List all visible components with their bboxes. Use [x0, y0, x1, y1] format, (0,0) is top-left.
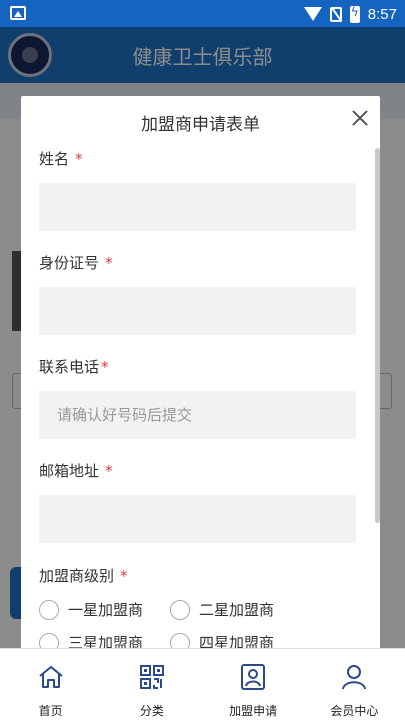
name-label: 姓名 *	[39, 148, 83, 169]
id-number-input[interactable]	[39, 287, 356, 335]
franchise-application-modal: 加盟商申请表单 姓名* 身份证号* 联系电话* 邮箱地址* 加盟商级别* 一星加…	[21, 96, 380, 649]
radio-button[interactable]	[170, 599, 190, 620]
nav-category-label: 分类	[139, 704, 164, 718]
email-input[interactable]	[39, 495, 356, 543]
nav-member-center-label: 会员中心	[330, 704, 379, 718]
nav-home[interactable]: 首页	[0, 649, 101, 720]
required-mark: *	[75, 150, 83, 168]
wifi-icon	[303, 7, 322, 21]
name-input[interactable]	[39, 183, 356, 231]
no-sim-icon	[329, 6, 342, 22]
level-option-4[interactable]: 四星加盟商	[170, 632, 274, 649]
level-label: 加盟商级别 *	[39, 565, 128, 586]
radio-button[interactable]	[39, 599, 59, 620]
required-mark: *	[101, 358, 109, 376]
radio-button[interactable]	[39, 632, 59, 649]
level-option-4-label: 四星加盟商	[199, 634, 275, 649]
id-number-label-text: 身份证号	[39, 254, 100, 272]
status-time: 8:57	[367, 5, 397, 23]
phone-input[interactable]	[39, 391, 356, 439]
id-card-icon	[241, 664, 266, 690]
close-icon[interactable]	[350, 108, 370, 128]
phone-label-text: 联系电话	[39, 358, 100, 376]
level-label-text: 加盟商级别	[39, 567, 115, 585]
email-label: 邮箱地址 *	[39, 460, 113, 481]
modal-title: 加盟商申请表单	[141, 115, 260, 135]
radio-button[interactable]	[170, 632, 190, 649]
phone-label: 联系电话 *	[39, 356, 109, 377]
level-option-2-label: 二星加盟商	[199, 601, 275, 619]
status-bar: 8:57	[0, 0, 405, 27]
nav-category[interactable]: 分类	[101, 649, 202, 720]
id-number-label: 身份证号 *	[39, 252, 113, 273]
battery-charging-icon	[349, 5, 360, 23]
nav-home-label: 首页	[38, 704, 63, 718]
bottom-navigation: 首页 分类 加盟申请 会员中心	[0, 648, 405, 720]
required-mark: *	[105, 462, 113, 480]
scrollbar[interactable]	[375, 148, 380, 523]
level-option-1-label: 一星加盟商	[68, 601, 144, 619]
level-option-3-label: 三星加盟商	[68, 634, 144, 649]
home-icon	[38, 666, 63, 688]
required-mark: *	[120, 567, 128, 585]
level-option-2[interactable]: 二星加盟商	[170, 599, 274, 620]
level-option-3[interactable]: 三星加盟商	[39, 632, 143, 649]
required-mark: *	[105, 254, 113, 272]
email-label-text: 邮箱地址	[39, 462, 100, 480]
person-icon	[342, 665, 367, 690]
name-label-text: 姓名	[39, 150, 70, 168]
nav-franchise-apply-label: 加盟申请	[229, 704, 278, 718]
nav-franchise-apply[interactable]: 加盟申请	[203, 649, 304, 720]
qr-grid-icon	[139, 665, 164, 689]
level-option-1[interactable]: 一星加盟商	[39, 599, 143, 620]
image-notification-icon	[10, 6, 26, 20]
nav-member-center[interactable]: 会员中心	[304, 649, 405, 720]
